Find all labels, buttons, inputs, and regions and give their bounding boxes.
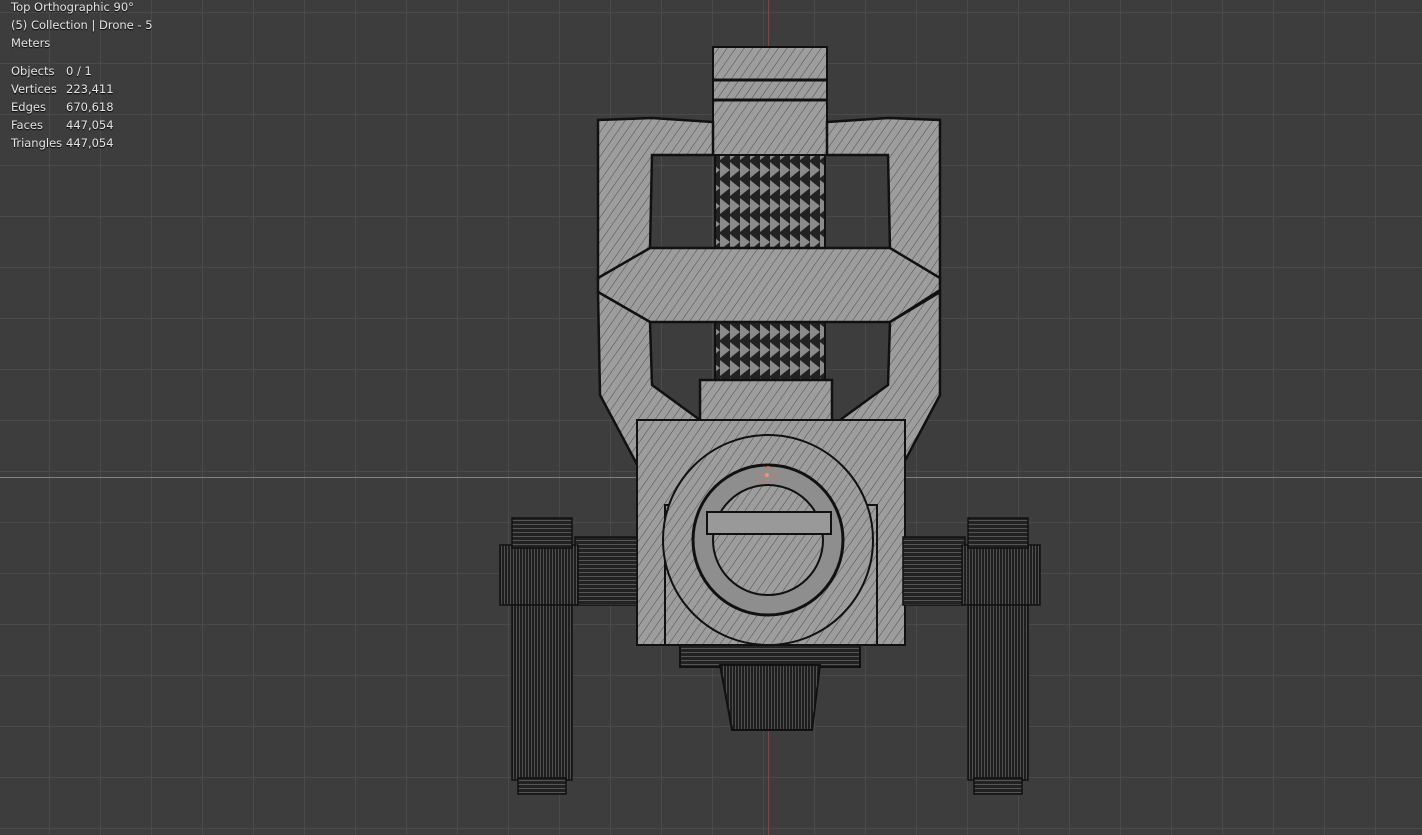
- stat-value: 0 / 1: [66, 64, 92, 78]
- 3d-viewport[interactable]: Top Orthographic 90° (5) Collection | Dr…: [0, 0, 1422, 835]
- right-motor: [902, 517, 1041, 795]
- scene-statistics: Objects 0 / 1 Vertices 223,411 Edges 670…: [11, 62, 114, 152]
- stat-value: 447,054: [66, 136, 114, 150]
- stat-label: Triangles: [11, 136, 63, 150]
- left-motor: [499, 517, 638, 795]
- units-label: Meters: [11, 36, 51, 50]
- viewport-info: Top Orthographic 90° (5) Collection | Dr…: [11, 0, 153, 52]
- stat-label: Vertices: [11, 82, 57, 96]
- stat-label: Edges: [11, 100, 46, 114]
- top-block: [712, 46, 828, 156]
- stat-edges: Edges 670,618: [11, 98, 114, 116]
- stat-vertices: Vertices 223,411: [11, 80, 114, 98]
- view-name: Top Orthographic 90°: [11, 0, 134, 14]
- stat-label: Objects: [11, 64, 55, 78]
- stat-triangles: Triangles 447,054: [11, 134, 114, 152]
- stat-faces: Faces 447,054: [11, 116, 114, 134]
- stat-value: 447,054: [66, 118, 114, 132]
- collection-name: (5) Collection | Drone - 5: [11, 18, 153, 32]
- stat-value: 670,618: [66, 100, 114, 114]
- stat-objects: Objects 0 / 1: [11, 62, 114, 80]
- spring-upper: [714, 154, 826, 251]
- stat-value: 223,411: [66, 82, 114, 96]
- drone-mesh[interactable]: [0, 0, 1422, 835]
- object-origin-icon[interactable]: [758, 466, 776, 484]
- spring-lower: [714, 319, 826, 383]
- stat-label: Faces: [11, 118, 43, 132]
